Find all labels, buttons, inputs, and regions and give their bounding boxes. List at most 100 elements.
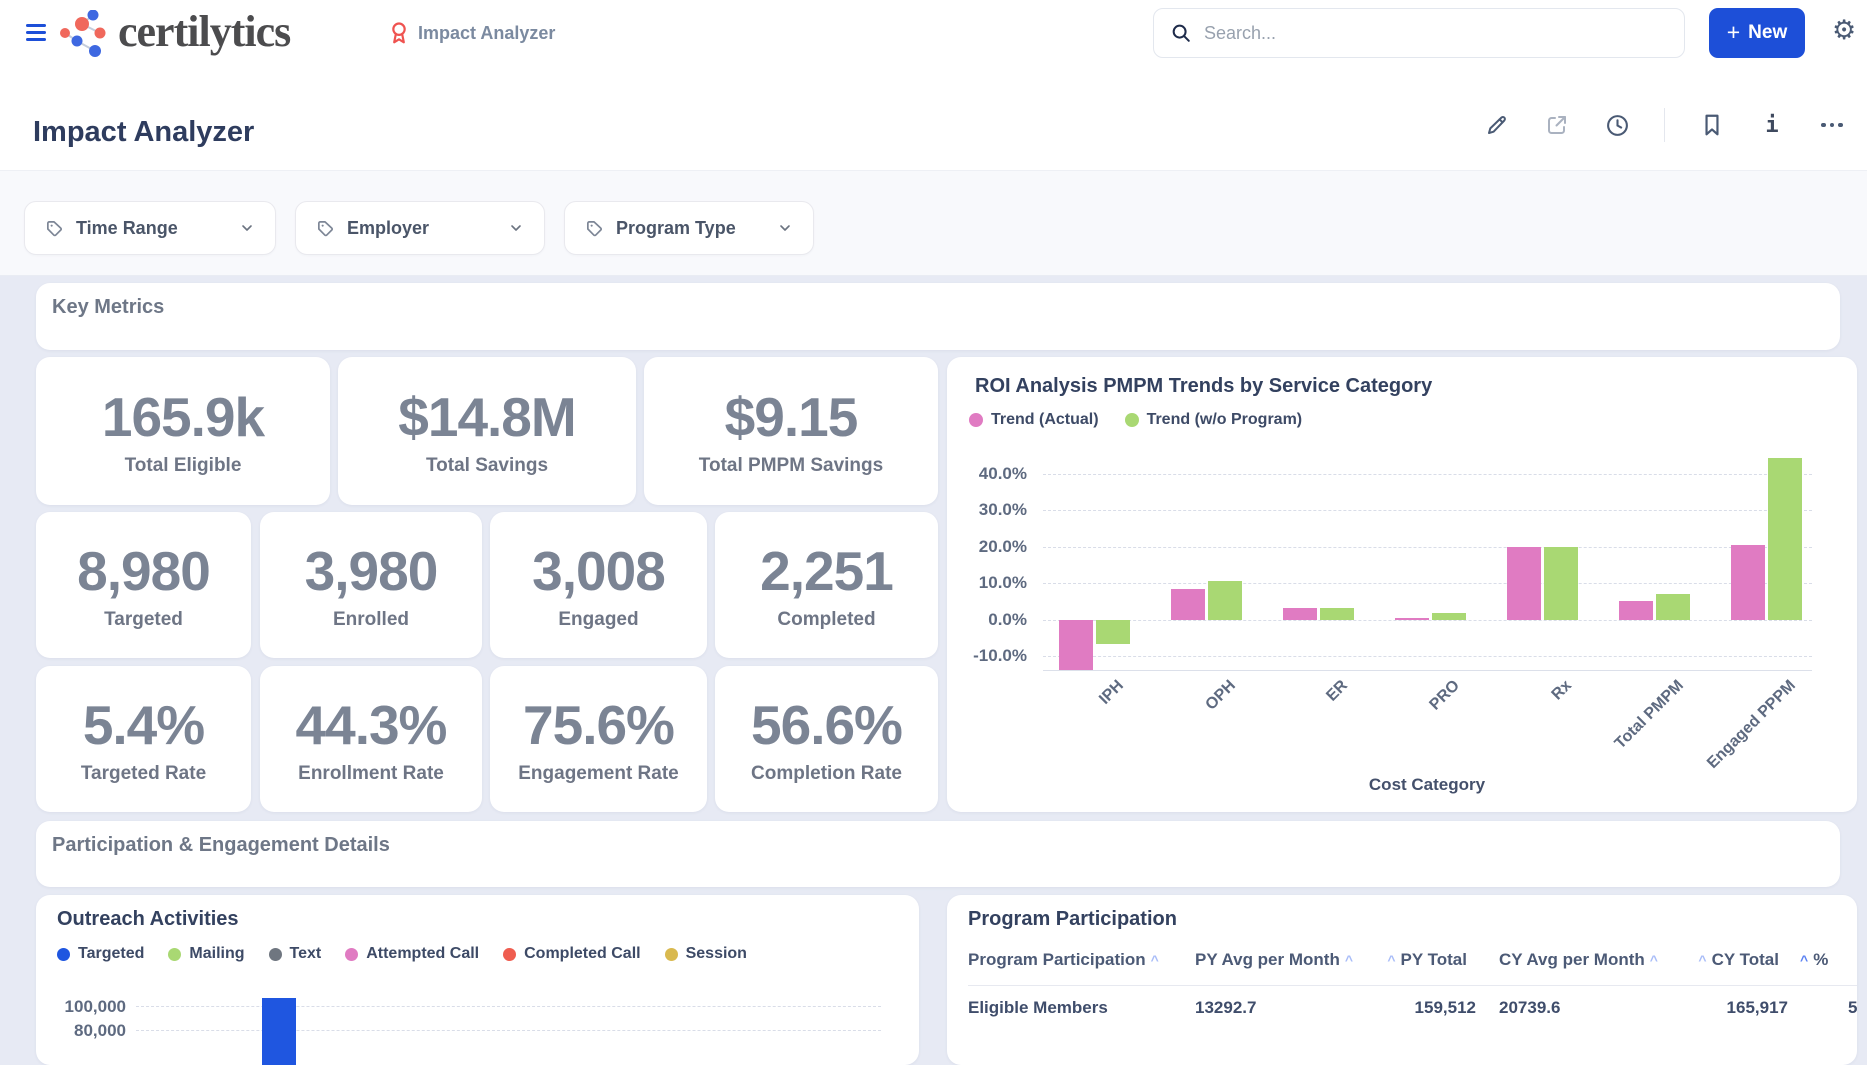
bar-er-trend-actual[interactable] — [1283, 608, 1317, 620]
metric-card-total-savings: $14.8MTotal Savings — [338, 357, 636, 505]
column-header-program-participation[interactable]: Program Participation^ — [968, 950, 1164, 970]
key-metrics-section-header: Key Metrics — [36, 283, 1840, 350]
metric-label: Total Eligible — [125, 455, 242, 477]
column-header-cy-total[interactable]: ^CY Total — [1693, 950, 1779, 970]
metric-value: 165.9k — [102, 385, 264, 449]
roi-legend-trend-w-o-program[interactable]: Trend (w/o Program) — [1125, 411, 1303, 429]
search-icon — [1170, 22, 1192, 44]
y-tick-label: -10.0% — [947, 646, 1027, 666]
gridline — [136, 1006, 881, 1007]
outreach-chart-card: Outreach Activities TargetedMailingTextA… — [36, 895, 919, 1065]
search-box — [1153, 8, 1685, 58]
sort-caret-icon: ^ — [1698, 952, 1706, 968]
x-category-label-oph: OPH — [1128, 677, 1240, 789]
x-category-label-rx: Rx — [1464, 677, 1576, 789]
participation-section-header: Participation & Engagement Details — [36, 821, 1840, 887]
outreach-chart-plot: 100,00080,000 — [36, 895, 919, 1065]
bar-engaged-pppm-trend-actual[interactable] — [1731, 545, 1765, 620]
sort-caret-icon: ^ — [1387, 952, 1395, 968]
table-cell: 20739.6 — [1499, 998, 1560, 1018]
bar-rx-trend-actual[interactable] — [1507, 547, 1541, 620]
metric-value: 3,980 — [305, 539, 438, 603]
key-metrics-title: Key Metrics — [52, 296, 164, 318]
roi-chart-x-labels: IPHOPHERPRORxTotal PMPMEngaged PPPM — [947, 677, 1812, 787]
x-category-label-total-pmpm: Total PMPM — [1576, 677, 1688, 789]
bar-pro-trend-w-o-program[interactable] — [1432, 613, 1466, 620]
brand-logo-icon[interactable] — [60, 10, 112, 58]
hamburger-menu-icon[interactable] — [26, 24, 46, 43]
column-header-py-avg-per-month[interactable]: PY Avg per Month^ — [1195, 950, 1358, 970]
column-header-[interactable]: ^% — [1795, 950, 1828, 970]
filter-pill-program-type[interactable]: Program Type — [564, 201, 814, 255]
filter-bar: Time Range Employer Program Type — [0, 170, 1867, 276]
top-bar: certilytics Impact Analyzer + New ⚙ — [0, 0, 1867, 170]
metric-label: Completion Rate — [751, 763, 902, 785]
y-tick-label: 40.0% — [947, 464, 1027, 484]
bar-targeted[interactable] — [262, 998, 296, 1065]
app-root: { "header": { "brand": "certilytics", "b… — [0, 0, 1867, 1030]
ellipsis-icon[interactable] — [1819, 112, 1845, 138]
brand-wordmark[interactable]: certilytics — [118, 6, 290, 57]
bar-total-pmpm-trend-actual[interactable] — [1619, 601, 1653, 620]
metric-value: 44.3% — [296, 693, 447, 757]
metric-label: Engaged — [558, 609, 638, 631]
search-input[interactable] — [1204, 23, 1668, 44]
bar-group-iph — [1059, 452, 1130, 670]
column-header-cy-avg-per-month[interactable]: CY Avg per Month^ — [1499, 950, 1663, 970]
column-header-label: PY Avg per Month — [1195, 950, 1340, 969]
filter-pill-time-range[interactable]: Time Range — [24, 201, 276, 255]
bar-iph-trend-actual[interactable] — [1059, 620, 1093, 670]
table-cell: 13292.7 — [1195, 998, 1256, 1018]
roi-chart-x-axis-title: Cost Category — [1042, 775, 1812, 795]
external-link-icon[interactable] — [1544, 112, 1570, 138]
column-header-py-total[interactable]: ^PY Total — [1382, 950, 1467, 970]
gridline — [136, 1030, 881, 1031]
bar-group-pro — [1395, 452, 1466, 670]
y-tick-label: 10.0% — [947, 573, 1027, 593]
x-axis-line — [1043, 670, 1812, 671]
y-tick-label: 80,000 — [36, 1021, 126, 1041]
roi-legend-trend-actual[interactable]: Trend (Actual) — [969, 411, 1099, 429]
bar-iph-trend-w-o-program[interactable] — [1096, 620, 1130, 644]
bar-pro-trend-actual[interactable] — [1395, 618, 1429, 620]
actions-divider — [1664, 108, 1665, 142]
filter-pill-label: Time Range — [76, 218, 178, 239]
roi-legend-dot — [969, 413, 983, 427]
bookmark-icon[interactable] — [1699, 112, 1725, 138]
tag-icon — [585, 219, 604, 238]
filter-pill-label: Employer — [347, 218, 429, 239]
breadcrumb[interactable]: Impact Analyzer — [388, 21, 555, 45]
edit-pencil-icon[interactable] — [1484, 112, 1510, 138]
bar-er-trend-w-o-program[interactable] — [1320, 608, 1354, 620]
metric-label: Total PMPM Savings — [699, 455, 883, 477]
bar-group-rx — [1507, 452, 1578, 670]
column-header-label: % — [1813, 950, 1828, 969]
new-button[interactable]: + New — [1709, 8, 1805, 58]
history-clock-icon[interactable] — [1604, 112, 1630, 138]
tag-icon — [316, 219, 335, 238]
metric-card-enrollment-rate: 44.3% Enrollment Rate — [260, 666, 482, 812]
metric-label: Targeted Rate — [81, 763, 206, 785]
filter-pill-employer[interactable]: Employer — [295, 201, 545, 255]
bar-oph-trend-w-o-program[interactable] — [1208, 581, 1242, 620]
tag-icon — [45, 219, 64, 238]
roi-chart-title: ROI Analysis PMPM Trends by Service Cate… — [975, 375, 1432, 398]
ribbon-badge-icon — [388, 21, 410, 45]
chevron-down-icon — [239, 220, 255, 236]
metric-label: Enrollment Rate — [298, 763, 444, 785]
roi-chart-legend: Trend (Actual) Trend (w/o Program) — [969, 411, 1302, 429]
y-tick-label: 30.0% — [947, 500, 1027, 520]
metric-card-completion-rate: 56.6%Completion Rate — [715, 666, 938, 812]
x-category-label-er: ER — [1240, 677, 1352, 789]
metric-label: Enrolled — [333, 609, 409, 631]
bar-oph-trend-actual[interactable] — [1171, 589, 1205, 620]
bar-engaged-pppm-trend-w-o-program[interactable] — [1768, 458, 1802, 620]
table-cell: 159,512 — [1415, 998, 1476, 1018]
roi-chart-plot: 40.0%30.0%20.0%10.0%0.0%-10.0% — [947, 452, 1812, 670]
settings-gear-icon[interactable]: ⚙ — [1832, 17, 1856, 44]
metric-label: Completed — [777, 609, 875, 631]
bar-rx-trend-w-o-program[interactable] — [1544, 547, 1578, 620]
bar-total-pmpm-trend-w-o-program[interactable] — [1656, 594, 1690, 620]
metric-card-total-pmpm-savings: $9.15Total PMPM Savings — [644, 357, 938, 505]
info-icon[interactable]: i — [1759, 112, 1785, 138]
